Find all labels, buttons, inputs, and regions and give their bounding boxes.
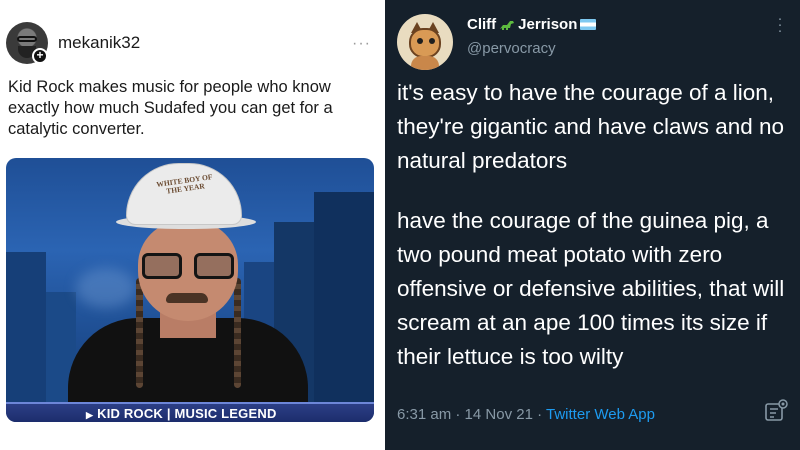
flag-icon [580, 19, 597, 30]
plus-badge-icon[interactable]: + [32, 48, 48, 64]
tweet-meta: 6:31 am · 14 Nov 21 · Twitter Web App [397, 406, 655, 423]
avatar[interactable] [397, 14, 453, 70]
separator: · [537, 406, 543, 423]
tweet-app-link[interactable]: Twitter Web App [546, 406, 655, 423]
tweet-paragraph-2: have the courage of the guinea pig, a tw… [397, 208, 785, 369]
tweet-paragraph-1: it's easy to have the courage of a lion,… [397, 80, 785, 173]
analytics-icon[interactable] [763, 398, 789, 424]
handle[interactable]: @pervocracy [467, 40, 556, 57]
threads-post: + mekanik32 ··· Kid Rock makes music for… [0, 0, 385, 450]
separator: · [455, 406, 461, 423]
more-icon[interactable]: ··· [352, 35, 371, 53]
lower-third-text: KID ROCK | MUSIC LEGEND [97, 406, 277, 421]
display-name[interactable]: Cliff Jerrison [467, 16, 597, 33]
display-name-last: Jerrison [518, 16, 578, 33]
play-arrow-icon: ▶ [86, 410, 94, 420]
news-lower-third: ▶ KID ROCK | MUSIC LEGEND [6, 402, 374, 422]
dinosaur-emoji-icon [499, 19, 515, 30]
username[interactable]: mekanik32 [58, 33, 140, 53]
display-name-first: Cliff [467, 16, 497, 33]
more-icon[interactable]: ··· [777, 11, 783, 38]
post-text: Kid Rock makes music for people who know… [8, 78, 333, 138]
tweet-date[interactable]: 14 Nov 21 [465, 406, 533, 423]
tweet-time[interactable]: 6:31 am [397, 406, 451, 423]
person-photo: WHITE BOY OF THE YEAR [68, 163, 308, 413]
tweet: Cliff Jerrison @pervocracy · · · it's easy … [385, 0, 800, 450]
post-image[interactable]: WHITE BOY OF THE YEAR ▶ KID ROCK | MUSIC … [6, 158, 374, 422]
